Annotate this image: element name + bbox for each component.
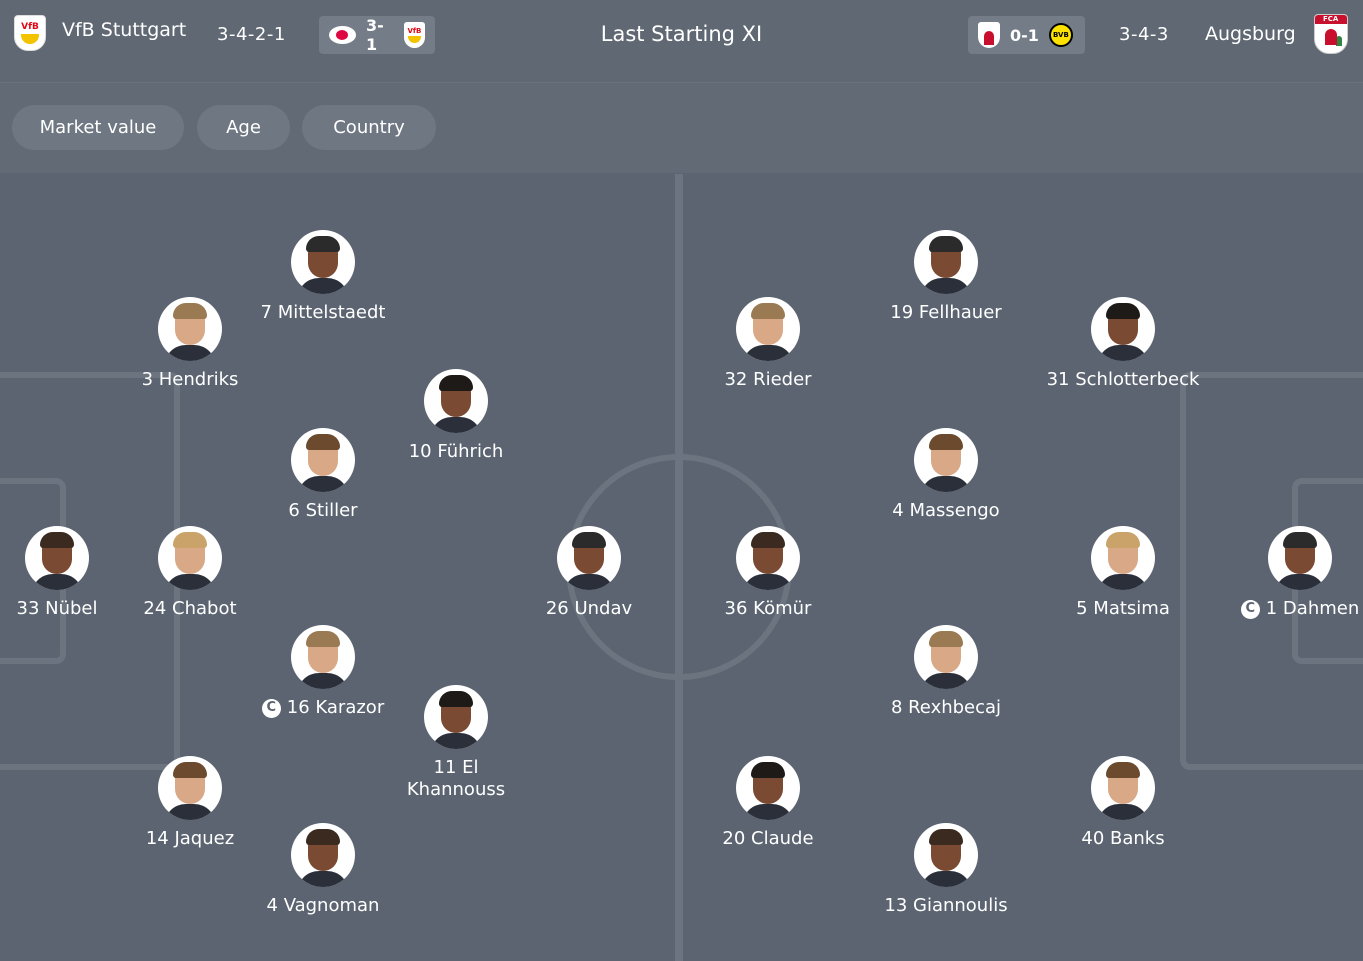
player-name-row: 36 Kömür [688,598,848,620]
filter-market-value-button[interactable]: Market value [12,105,184,150]
home-player[interactable]: 26 Undav [509,526,669,620]
player-avatar [736,297,800,361]
player-avatar [158,526,222,590]
player-name-row: 11 El Khannouss [376,757,536,801]
away-player[interactable]: 19 Fellhauer [866,230,1026,324]
player-label: 20 Claude [722,828,814,849]
away-last-score: 0-1 [1010,25,1039,45]
away-formation: 3-4-3 [1119,24,1169,45]
player-label: 32 Rieder [724,369,812,390]
away-player[interactable]: 40 Banks [1043,756,1203,850]
player-label: 3 Hendriks [141,369,239,390]
away-last-match-chip[interactable]: 0-1 BVB [968,16,1085,54]
player-label: 40 Banks [1081,828,1165,849]
away-player[interactable]: 36 Kömür [688,526,848,620]
player-label: 10 Führich [408,441,504,462]
player-name-row: 31 Schlotterbeck [1043,369,1203,391]
captain-icon: C [261,698,281,718]
player-name-row: C1 Dahmen [1220,598,1363,620]
home-player[interactable]: 24 Chabot [110,526,270,620]
player-label: 26 Undav [545,598,633,619]
player-label: 14 Jaquez [145,828,235,849]
home-player[interactable]: 6 Stiller [243,428,403,522]
player-avatar [158,297,222,361]
filter-bar: Market value Age Country [0,83,1363,173]
player-name-row: 3 Hendriks [110,369,270,391]
player-name-row: 32 Rieder [688,369,848,391]
player-avatar [291,428,355,492]
player-name-row: 13 Giannoulis [866,895,1026,917]
player-avatar [291,625,355,689]
player-name-row: 40 Banks [1043,828,1203,850]
player-name-row: 6 Stiller [243,500,403,522]
captain-icon: C [1240,599,1260,619]
augsburg-crest-icon: FCA [1313,14,1348,54]
player-label: 16 Karazor [286,697,385,718]
player-label: 7 Mittelstaedt [260,302,386,323]
player-avatar [1268,526,1332,590]
player-avatar [424,685,488,749]
player-name-row: 8 Rexhbecaj [866,697,1026,719]
player-avatar [736,526,800,590]
away-player[interactable]: 13 Giannoulis [866,823,1026,917]
player-name-row: 5 Matsima [1043,598,1203,620]
player-avatar [914,428,978,492]
player-label: 11 El Khannouss [406,757,506,800]
player-label: 4 Massengo [892,500,1000,521]
player-label: 4 Vagnoman [266,895,380,916]
player-label: 36 Kömür [724,598,812,619]
player-avatar [424,369,488,433]
player-label: 24 Chabot [143,598,237,619]
player-label: 31 Schlotterbeck [1046,369,1200,390]
borussia-dortmund-crest-icon: BVB [1048,23,1073,47]
lineup-header: VfB VfB Stuttgart 3-4-2-1 3-1 VfB Last S… [0,0,1363,83]
player-name-row: 24 Chabot [110,598,270,620]
player-avatar [557,526,621,590]
away-team-link[interactable]: Augsburg FCA [1205,14,1348,54]
player-name-row: 4 Massengo [866,500,1026,522]
player-avatar [914,230,978,294]
away-player[interactable]: C1 Dahmen [1220,526,1363,620]
filter-age-button[interactable]: Age [197,105,290,150]
away-player[interactable]: 20 Claude [688,756,848,850]
home-player[interactable]: 11 El Khannouss [376,685,536,801]
away-player[interactable]: 8 Rexhbecaj [866,625,1026,719]
player-avatar [914,625,978,689]
player-avatar [1091,297,1155,361]
player-avatar [291,823,355,887]
player-avatar [914,823,978,887]
player-label: 13 Giannoulis [884,895,1008,916]
player-avatar [25,526,89,590]
filter-country-button[interactable]: Country [302,105,436,150]
away-team-name: Augsburg [1205,23,1296,45]
player-avatar [736,756,800,820]
away-player[interactable]: 31 Schlotterbeck [1043,297,1203,391]
player-avatar [1091,526,1155,590]
player-label: 33 Nübel [16,598,98,619]
away-player[interactable]: 4 Massengo [866,428,1026,522]
player-label: 5 Matsima [1076,598,1170,619]
home-player[interactable]: 4 Vagnoman [243,823,403,917]
player-name-row: 19 Fellhauer [866,302,1026,324]
away-player[interactable]: 5 Matsima [1043,526,1203,620]
player-label: 1 Dahmen [1265,598,1360,619]
player-label: 19 Fellhauer [890,302,1002,323]
player-avatar [291,230,355,294]
player-name-row: 4 Vagnoman [243,895,403,917]
player-avatar [1091,756,1155,820]
player-label: 8 Rexhbecaj [890,697,1002,718]
pitch: 7 Mittelstaedt 3 Hendriks 10 Führich 6 Stil… [0,174,1363,961]
player-avatar [158,756,222,820]
player-name-row: 26 Undav [509,598,669,620]
away-player[interactable]: 32 Rieder [688,297,848,391]
home-player[interactable]: 3 Hendriks [110,297,270,391]
player-label: 6 Stiller [288,500,358,521]
player-name-row: 20 Claude [688,828,848,850]
augsburg-crest-icon [978,22,1000,48]
